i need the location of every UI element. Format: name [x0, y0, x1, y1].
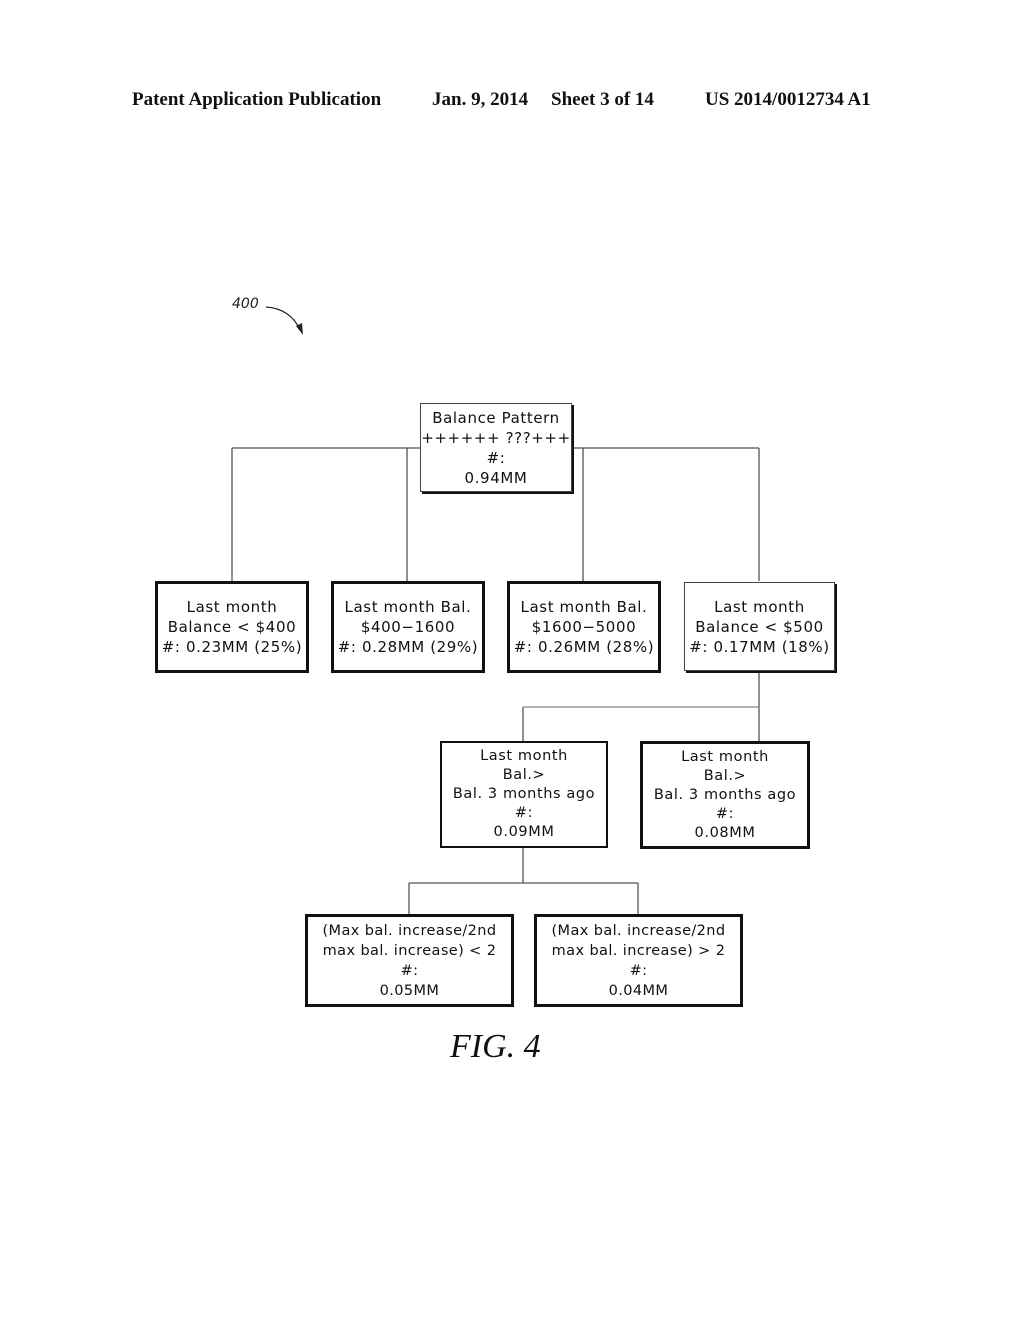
node-line: #: [514, 805, 534, 821]
figure-label: FIG. 4 [450, 1028, 541, 1065]
node-line: #: [400, 962, 419, 979]
node-line: Bal.> [703, 767, 747, 784]
node-line: Bal. 3 months ago [452, 786, 596, 802]
node-line: Last month [714, 597, 805, 616]
node-line: 0.04MM [608, 982, 669, 999]
node-line: (Max bal. increase/2nd [322, 922, 497, 939]
node-line: Bal.> [502, 767, 546, 783]
node-line: #: 0.28MM (29%) [337, 638, 479, 656]
node-line: #: [715, 805, 735, 822]
node-line: 0.05MM [379, 982, 440, 999]
node-line: Last month [186, 598, 278, 616]
tree-node-level3: (Max bal. increase/2nd max bal. increase… [534, 914, 743, 1007]
node-line: 0.08MM [694, 824, 756, 841]
node-line: Balance Pattern [432, 408, 560, 427]
node-line: #: 0.23MM (25%) [161, 638, 303, 656]
node-line: #: 0.26MM (28%) [513, 638, 655, 656]
tree-node-level2: Last month Bal.> Bal. 3 months ago #: 0.… [640, 741, 810, 849]
tree-node-level1: Last month Balance < $500 #: 0.17MM (18%… [684, 582, 835, 671]
node-line: Last month [681, 748, 769, 765]
node-line: Last month [480, 748, 568, 764]
node-line: max bal. increase) > 2 [551, 942, 726, 959]
tree-node-root: Balance Pattern ++++++ ???+++ #: 0.94MM [420, 403, 572, 492]
node-line: #: 0.17MM (18%) [689, 637, 830, 656]
node-line: 0.94MM [464, 468, 528, 487]
node-line: Bal. 3 months ago [653, 786, 797, 803]
node-line: (Max bal. increase/2nd [551, 922, 726, 939]
tree-node-level3: (Max bal. increase/2nd max bal. increase… [305, 914, 514, 1007]
tree-node-level2: Last month Bal.> Bal. 3 months ago #: 0.… [440, 741, 608, 848]
reference-arrow [265, 306, 301, 331]
node-line: $1600−5000 [531, 618, 637, 636]
node-line: Balance < $400 [167, 618, 297, 636]
node-line: Last month Bal. [520, 598, 648, 616]
node-line: $400−1600 [360, 618, 456, 636]
tree-node-level1: Last month Bal. $400−1600 #: 0.28MM (29%… [331, 581, 485, 673]
node-line: #: [486, 448, 506, 467]
node-line: #: [629, 962, 648, 979]
tree-node-level1: Last month Bal. $1600−5000 #: 0.26MM (28… [507, 581, 661, 673]
node-line: max bal. increase) < 2 [322, 942, 497, 959]
node-line: ++++++ ???+++ [421, 428, 571, 447]
node-line: 0.09MM [493, 824, 555, 840]
tree-node-level1: Last month Balance < $400 #: 0.23MM (25%… [155, 581, 309, 673]
node-line: Balance < $500 [695, 617, 824, 636]
node-line: Last month Bal. [344, 598, 472, 616]
